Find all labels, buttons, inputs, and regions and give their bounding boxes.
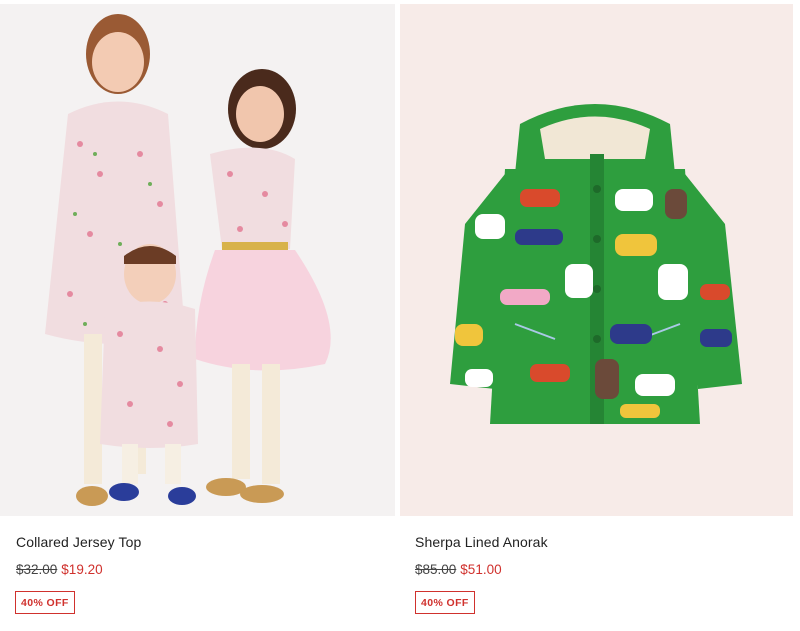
sale-price: $19.20	[61, 562, 103, 577]
original-price: $32.00	[16, 562, 58, 577]
product-prices: $85.00 $51.00	[415, 562, 502, 577]
sale-price: $51.00	[460, 562, 502, 577]
product-prices: $32.00 $19.20	[16, 562, 103, 577]
original-price: $85.00	[415, 562, 457, 577]
product-name[interactable]: Collared Jersey Top	[16, 534, 141, 550]
product-image-children-floral-dresses[interactable]	[0, 4, 395, 516]
product-grid: Collared Jersey Top $32.00 $19.20 40% OFF	[0, 0, 800, 631]
product-name[interactable]: Sherpa Lined Anorak	[415, 534, 548, 550]
discount-badge: 40% OFF	[415, 591, 475, 614]
product-image-green-animal-jacket[interactable]	[400, 4, 793, 516]
discount-badge: 40% OFF	[15, 591, 75, 614]
